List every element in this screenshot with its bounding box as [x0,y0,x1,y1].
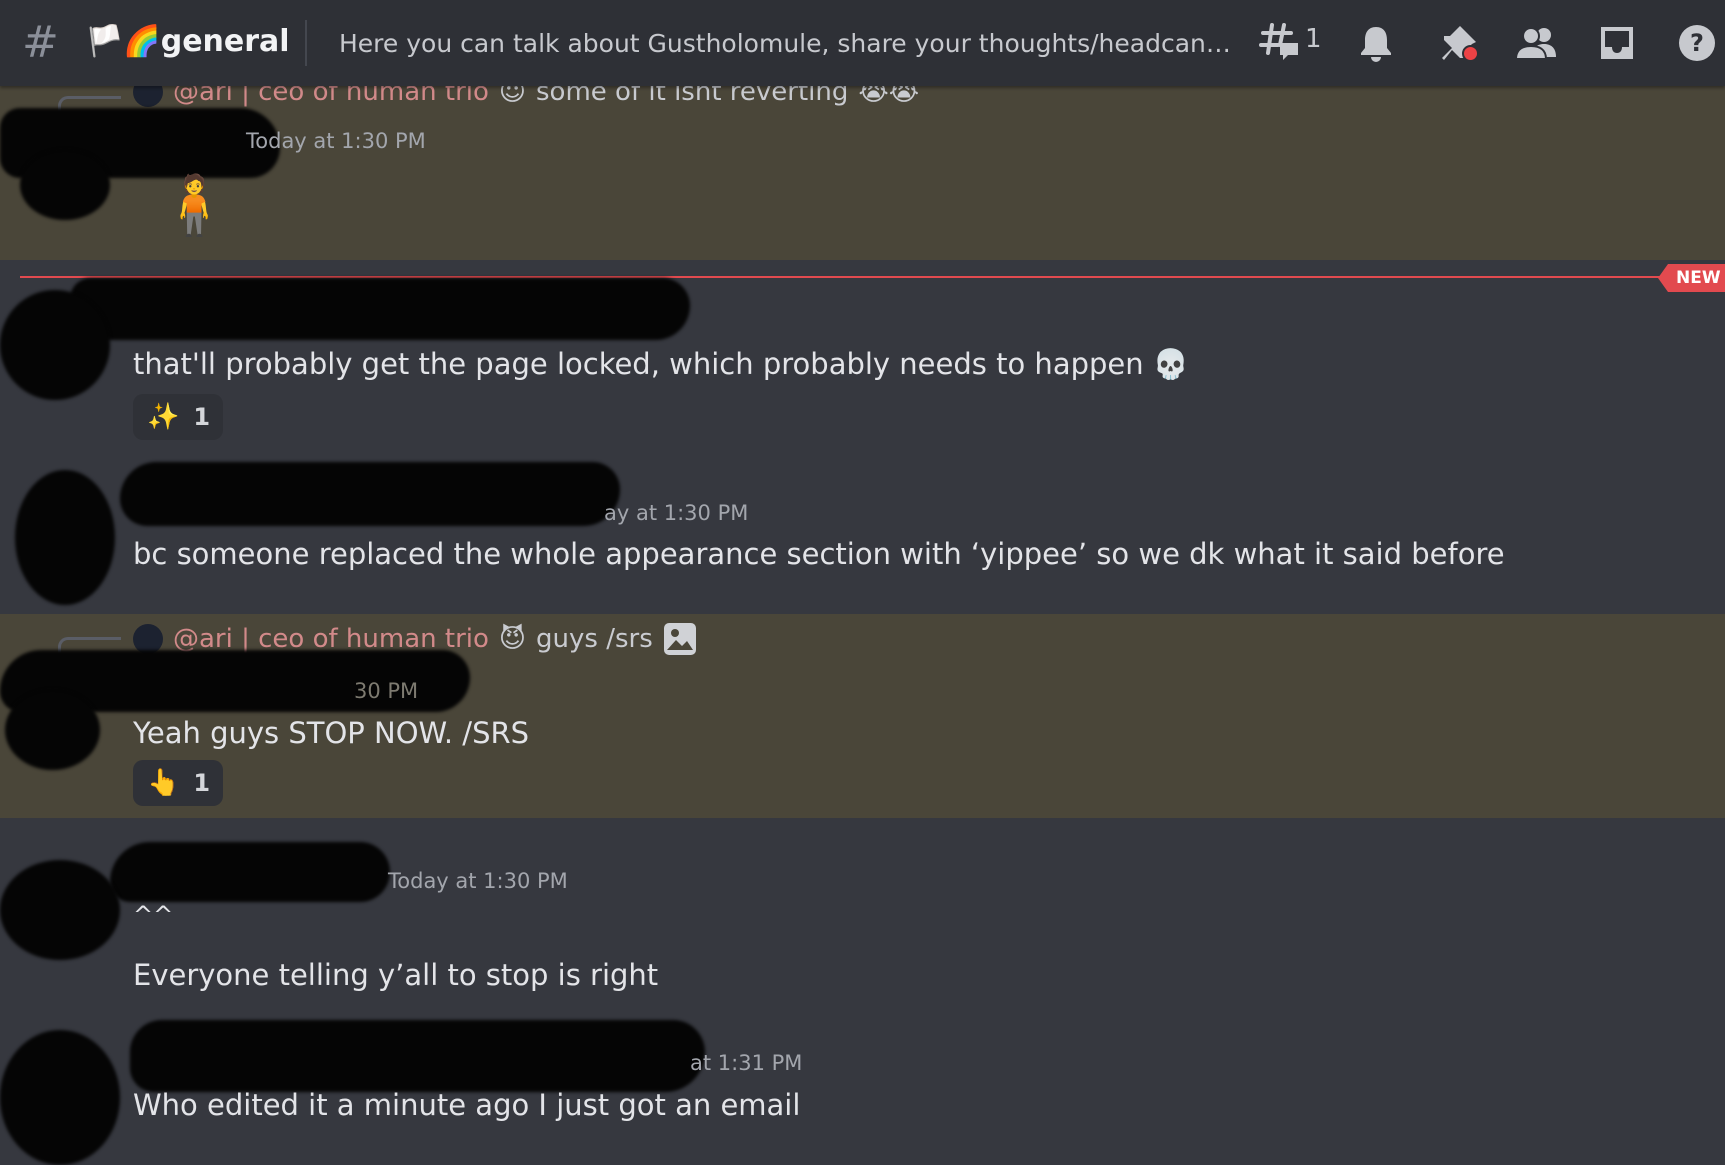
hashtag-icon: # [22,17,59,68]
new-badge: NEW [1658,264,1725,292]
message-timestamp[interactable]: 30 PM [354,676,418,706]
redaction-mark [0,1030,120,1165]
svg-text:?: ? [1690,29,1704,57]
inbox-icon[interactable] [1592,18,1642,68]
pin-notification-dot [1462,45,1479,62]
reaction-sparkles[interactable]: ✨ 1 [133,394,223,440]
help-icon[interactable]: ? [1672,18,1722,68]
threads-icon[interactable] [1255,18,1305,68]
channel-title[interactable]: 🏳️🌈general [86,22,290,62]
redaction-mark [120,462,620,526]
redaction-mark [5,690,100,770]
channel-name: general [160,24,290,59]
channel-flags: 🏳️🌈 [86,24,161,59]
reaction-count: 1 [193,769,211,797]
redaction-mark [70,278,690,340]
message-timestamp[interactable]: ay at 1:30 PM [604,498,748,528]
channel-header: # 🏳️🌈general Here you can talk about Gus… [0,0,1725,86]
reply-author-emoji: 😈 [498,624,527,654]
message-text: Everyone telling y’all to stop is right [133,958,659,992]
message-emoji: 🧍 [158,171,231,239]
redaction-mark [0,860,120,960]
message-text: Who edited it a minute ago I just got an… [133,1088,801,1122]
channel-topic[interactable]: Here you can talk about Gustholomule, sh… [339,26,1234,62]
redaction-mark [20,150,110,220]
header-divider [305,20,307,66]
pin-icon[interactable] [1434,18,1484,68]
sparkles-icon: ✨ [147,402,180,432]
redaction-mark [0,290,110,400]
message-text: that'll probably get the page locked, wh… [133,344,1189,384]
threads-count: 1 [1305,24,1322,54]
message-text: ^^ [133,901,174,929]
message-text: bc someone replaced the whole appearance… [133,537,1505,571]
pointing-up-icon: 👆 [147,768,180,798]
message-text: Yeah guys STOP NOW. /SRS [133,716,530,750]
message-timestamp[interactable]: at 1:31 PM [690,1048,802,1078]
redaction-mark [110,842,390,902]
message-body: that'll probably get the page locked, wh… [133,347,1144,381]
reaction-count: 1 [193,403,211,431]
image-icon [663,622,697,656]
skull-emoji: 💀 [1152,347,1189,381]
redaction-mark [15,470,115,605]
message-timestamp[interactable]: Today at 1:30 PM [246,126,426,156]
reply-text: guys /srs [536,624,653,654]
bell-icon[interactable] [1351,18,1401,68]
members-icon[interactable] [1512,18,1562,68]
redaction-mark [130,1020,705,1092]
reaction-pointing[interactable]: 👆 1 [133,760,223,806]
message-timestamp[interactable]: Today at 1:30 PM [388,866,568,896]
